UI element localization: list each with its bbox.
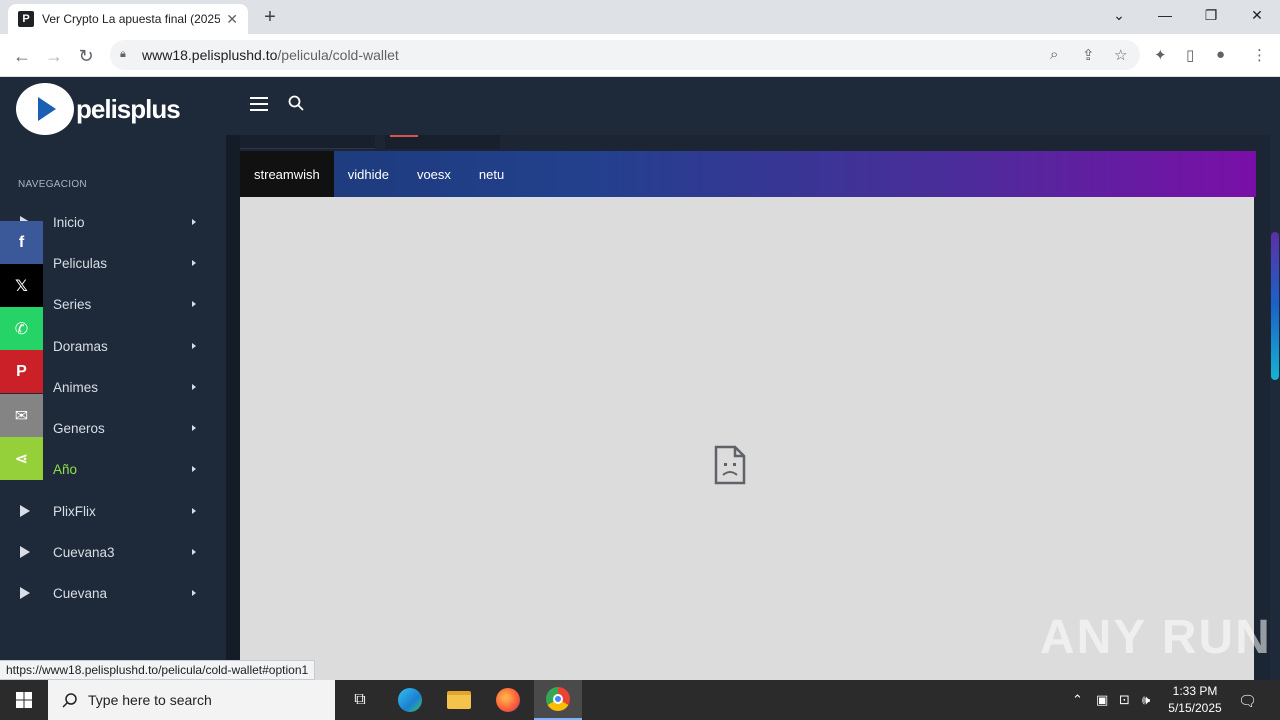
share-page-icon[interactable]: ⇪	[1082, 46, 1095, 64]
sidebar-item-9[interactable]: Cuevana	[0, 573, 226, 613]
whatsapp-icon[interactable]: ✆	[0, 307, 43, 350]
minimize-button[interactable]: —	[1142, 0, 1188, 30]
taskbar-search-placeholder: Type here to search	[88, 692, 212, 708]
server-tabs: streamwish vidhide voesx netu	[240, 151, 1256, 197]
email-icon[interactable]: ✉	[0, 394, 43, 437]
sidebar-item-label: Inicio	[53, 214, 85, 230]
clock-date: 5/15/2025	[1168, 701, 1222, 715]
tab-close-icon[interactable]: ✕	[226, 11, 238, 28]
sidebar-item-8[interactable]: Cuevana3	[0, 532, 226, 572]
content-top-strip	[240, 135, 1256, 151]
profile-avatar-icon[interactable]: ●	[1216, 46, 1225, 63]
sidebar-item-7[interactable]: PlixFlix	[0, 491, 226, 531]
caret-right-icon	[192, 301, 196, 307]
address-bar[interactable]: 🔒︎ www18.pelisplushd.to/pelicula/cold-wa…	[110, 40, 1140, 70]
clock-time: 1:33 PM	[1172, 684, 1218, 698]
anyrun-watermark: ANY RUN	[1040, 611, 1272, 664]
page-scrollbar[interactable]	[1270, 77, 1280, 680]
caret-right-icon	[192, 549, 196, 555]
taskbar-search-box[interactable]: Type here to search	[48, 680, 335, 720]
url-path: /pelicula/cold-wallet	[277, 47, 399, 63]
sidebar-item-label: Generos	[53, 420, 105, 436]
search-icon[interactable]	[288, 95, 304, 111]
site-favicon: P	[18, 11, 34, 27]
video-player-frame[interactable]	[240, 197, 1254, 680]
server-tab-netu[interactable]: netu	[465, 151, 518, 197]
task-view-icon[interactable]: ⧉	[336, 680, 384, 720]
volume-icon[interactable]: 🕪︎	[1142, 692, 1150, 708]
tab-search-chevron-icon[interactable]: ⌄	[1096, 0, 1142, 30]
file-explorer-icon[interactable]	[435, 680, 483, 720]
zoom-icon[interactable]: ⌕	[1050, 46, 1058, 63]
hamburger-menu-icon[interactable]	[250, 97, 268, 115]
extensions-icon[interactable]: ✦	[1154, 46, 1167, 64]
caret-right-icon	[192, 260, 196, 266]
sidebar-item-label: Doramas	[53, 338, 108, 354]
caret-right-icon	[192, 343, 196, 349]
chrome-icon[interactable]	[534, 680, 582, 720]
sidebar-item-label: Animes	[53, 379, 99, 395]
caret-right-icon	[192, 466, 196, 472]
reload-button[interactable]: ↻	[72, 42, 100, 70]
site-brand: pelisplus	[76, 93, 181, 124]
side-panel-icon[interactable]: ▯	[1186, 46, 1194, 64]
caret-right-icon	[192, 425, 196, 431]
play-icon	[18, 586, 32, 600]
browser-toolbar: ← → ↻ 🔒︎ www18.pelisplushd.to/pelicula/c…	[0, 34, 1280, 77]
windows-start-button[interactable]	[0, 680, 48, 720]
taskbar-clock[interactable]: 1:33 PM 5/15/2025	[1165, 683, 1225, 717]
sidebar-item-label: PlixFlix	[53, 503, 96, 519]
edge-browser-icon[interactable]	[386, 680, 434, 720]
browser-tab-strip: P Ver Crypto La apuesta final (2025 ✕ + …	[0, 0, 1280, 34]
status-bar-url: https://www18.pelisplushd.to/pelicula/co…	[0, 660, 316, 680]
server-tab-voesx[interactable]: voesx	[403, 151, 465, 197]
bookmark-star-icon[interactable]: ☆	[1114, 46, 1127, 64]
sidebar-item-label: Series	[53, 296, 92, 312]
sidebar-divider	[226, 135, 240, 680]
chrome-menu-icon[interactable]: ⋮	[1252, 46, 1267, 64]
sidebar-item-label: Cuevana	[53, 585, 108, 601]
network-icon[interactable]: ⊡	[1119, 692, 1130, 708]
search-icon	[62, 693, 77, 708]
tab-title: Ver Crypto La apuesta final (2025	[42, 12, 221, 26]
forward-button[interactable]: →	[40, 42, 68, 70]
facebook-icon[interactable]: f	[0, 221, 43, 264]
back-button[interactable]: ←	[8, 42, 36, 70]
lock-icon[interactable]: 🔒︎	[120, 48, 132, 62]
device-icon[interactable]: ▣	[1096, 692, 1108, 708]
sidebar-item-label: Peliculas	[53, 255, 108, 271]
site-header: pelisplus	[0, 77, 1270, 135]
close-window-button[interactable]: ✕	[1234, 0, 1280, 30]
caret-right-icon	[192, 384, 196, 390]
new-tab-button[interactable]: +	[258, 6, 282, 30]
play-icon	[18, 545, 32, 559]
play-icon	[18, 504, 32, 518]
windows-logo-icon	[16, 692, 32, 708]
url-host: www18.pelisplushd.to	[142, 47, 278, 63]
pinterest-icon[interactable]: P	[0, 350, 43, 393]
site-logo[interactable]: pelisplus	[16, 83, 181, 135]
firefox-icon[interactable]	[484, 680, 532, 720]
caret-right-icon	[192, 508, 196, 514]
show-hidden-icons-icon[interactable]: ⌃	[1072, 692, 1083, 708]
play-logo-icon	[16, 83, 74, 135]
nav-section-label: NAVEGACION	[18, 179, 87, 190]
server-tab-vidhide[interactable]: vidhide	[334, 151, 403, 197]
broken-page-icon	[714, 445, 746, 485]
restore-button[interactable]: ❐	[1188, 0, 1234, 30]
caret-right-icon	[192, 219, 196, 225]
notifications-icon[interactable]: 🗨︎	[1238, 692, 1257, 710]
caret-right-icon	[192, 590, 196, 596]
windows-taskbar: Type here to search ⧉ ⌃ ▣ ⊡ 🕪︎ 1:33 PM 5…	[0, 680, 1280, 720]
x-icon[interactable]: 𝕏	[0, 264, 43, 307]
sidebar-item-label: Cuevana3	[53, 544, 115, 560]
scrollbar-thumb[interactable]	[1271, 232, 1279, 380]
share-icon[interactable]: ⋖	[0, 437, 43, 480]
sidebar-item-label: Año	[53, 461, 78, 477]
browser-tab[interactable]: P Ver Crypto La apuesta final (2025 ✕	[8, 4, 248, 34]
server-tab-streamwish[interactable]: streamwish	[240, 151, 334, 197]
